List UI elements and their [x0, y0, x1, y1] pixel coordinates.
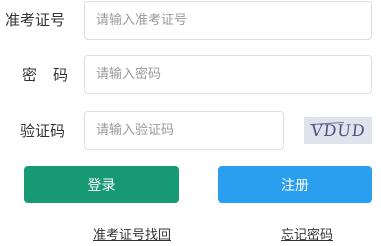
ticket-number-label: 准考证号: [5, 11, 66, 29]
captcha-text: VDUD: [309, 121, 367, 140]
login-form: 准考证号 密码 验证码 VDUD 登录 注册 准考证号找回 忘记密码: [0, 0, 381, 246]
find-ticket-number-link[interactable]: 准考证号找回: [93, 224, 171, 243]
register-button[interactable]: 注册: [218, 166, 372, 203]
ticket-number-input[interactable]: [85, 2, 371, 39]
password-field: [84, 55, 372, 94]
password-label: 密码: [22, 66, 85, 84]
ticket-number-field: [84, 1, 372, 40]
captcha-image[interactable]: VDUD: [304, 117, 372, 144]
verification-code-input[interactable]: [85, 112, 283, 149]
login-button[interactable]: 登录: [24, 166, 179, 203]
verification-code-label: 验证码: [20, 122, 66, 140]
verification-code-field: [84, 111, 284, 150]
forgot-password-link[interactable]: 忘记密码: [281, 224, 333, 243]
password-input[interactable]: [85, 56, 371, 93]
